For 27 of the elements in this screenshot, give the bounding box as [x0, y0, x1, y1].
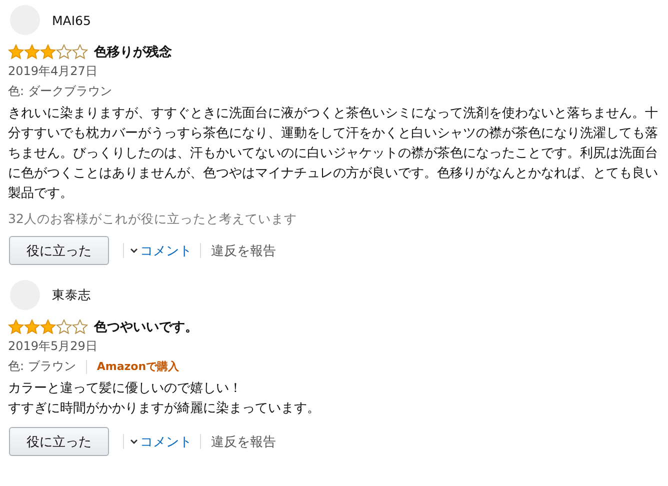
variant-label: 色: ブラウン: [8, 358, 76, 375]
review-line: カラーと違って髪に優しいので嬉しい！: [8, 380, 243, 398]
review-date: 2019年4月27日: [8, 63, 98, 80]
chevron-down-icon: [130, 438, 138, 444]
helpful-button[interactable]: 役に立った: [9, 427, 109, 456]
report-link[interactable]: 違反を報告: [211, 432, 276, 450]
report-link[interactable]: 違反を報告: [211, 242, 276, 260]
comment-link[interactable]: コメント: [130, 432, 192, 450]
purchase-label: Amazonで購入: [96, 359, 180, 374]
star-icon: [40, 44, 56, 60]
helpful-button[interactable]: 役に立った: [9, 236, 109, 265]
review-text: きれいに染まりますが、すすぐときに洗面台に液がつくと茶色いシミになって洗剤を使わないと落ちません。十分すすいでも枕カバーがうっすら茶色になり、運動をして汗をかくと白いシャツの襟が茶色になり洗濯しても落ちません。びっくりしたのは、汗もかいてないのに白いジャケットの襟が茶色になったことです。利尻は洗面台に色がつくことはありませんが、色つやはマイナチュレの方が良いです。色移りがなんとかなれば、とても良い製品です。: [8, 105, 659, 203]
star-icon: [24, 44, 40, 60]
reviewer-name: MAI65: [52, 12, 91, 28]
variant-label: 色: ダークブラウン: [8, 83, 112, 100]
review-line: すすぎに時間がかかりますが綺麗に染まっています。: [8, 400, 321, 418]
reviewer-name: 東泰志: [52, 286, 91, 304]
star-icon: [24, 319, 40, 335]
helpful-count: 32人のお客様がこれが役に立ったと考えています: [8, 211, 298, 228]
comment-link[interactable]: コメント: [130, 242, 192, 260]
review-date: 2019年5月29日: [8, 338, 98, 355]
star-icon: [8, 44, 24, 60]
star-icon: [8, 319, 24, 335]
chevron-down-icon: [130, 248, 138, 254]
review-title: 色移りが残念: [94, 44, 172, 61]
review-title: 色つやいいです。: [94, 319, 198, 336]
star-icon: [40, 319, 56, 335]
